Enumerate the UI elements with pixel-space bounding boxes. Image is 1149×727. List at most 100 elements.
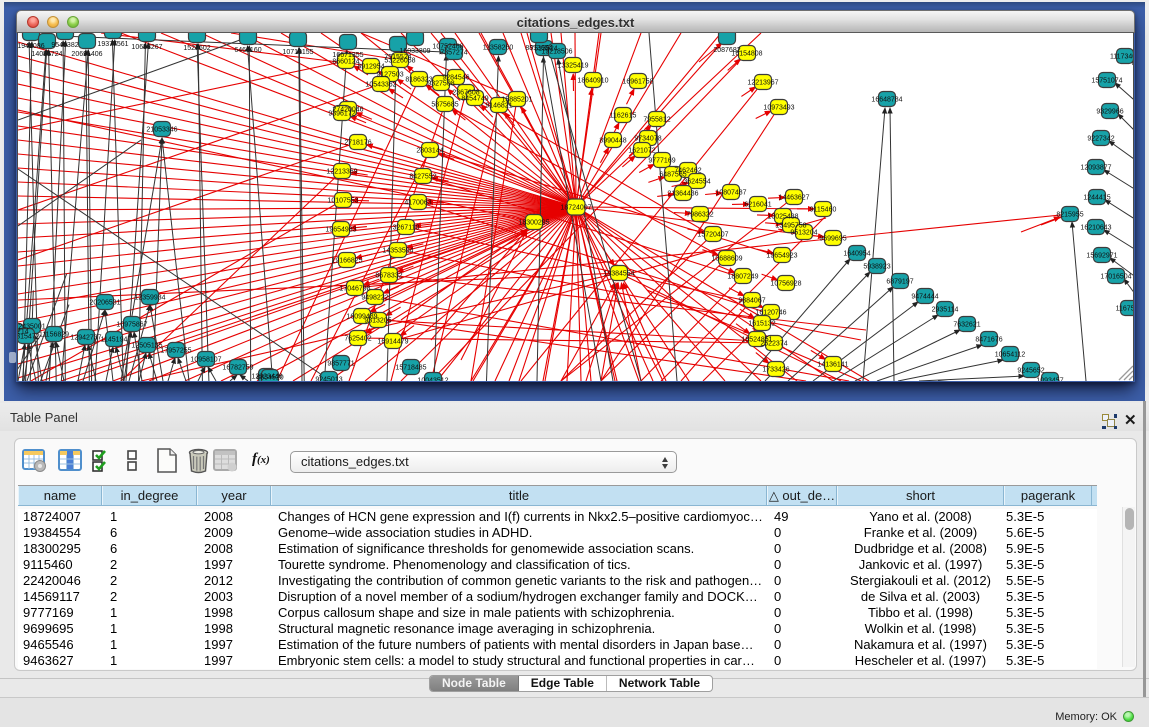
- svg-text:17957255: 17957255: [160, 348, 191, 355]
- svg-text:1733426: 1733426: [762, 367, 789, 374]
- svg-text:16961758: 16961758: [622, 79, 653, 86]
- svg-text:16782759: 16782759: [222, 365, 253, 372]
- svg-text:20206531: 20206531: [89, 300, 120, 307]
- svg-text:8660124: 8660124: [332, 59, 359, 66]
- svg-text:10719155: 10719155: [282, 49, 313, 56]
- svg-text:5875685: 5875685: [431, 102, 458, 109]
- svg-text:19166825: 19166825: [331, 258, 362, 265]
- svg-text:9284546: 9284546: [442, 75, 469, 82]
- svg-text:10107553: 10107553: [327, 198, 358, 205]
- svg-text:2718176: 2718176: [344, 140, 371, 147]
- svg-text:9699695: 9699695: [819, 236, 846, 243]
- svg-text:8215955: 8215955: [1056, 212, 1083, 219]
- svg-text:9498222: 9498222: [361, 295, 388, 302]
- svg-text:10807487: 10807487: [715, 190, 746, 197]
- svg-text:16914479: 16914479: [377, 339, 408, 346]
- svg-text:16648784: 16648784: [871, 97, 902, 104]
- svg-text:3267110: 3267110: [393, 225, 420, 232]
- svg-text:15692971: 15692971: [1086, 253, 1117, 260]
- svg-text:15720407: 15720407: [697, 232, 728, 239]
- svg-text:1162615: 1162615: [610, 113, 637, 120]
- svg-text:9245013: 9245013: [315, 377, 342, 382]
- svg-text:7357274: 7357274: [440, 50, 467, 57]
- svg-text:9329966: 9329966: [1096, 109, 1123, 116]
- svg-text:4170063: 4170063: [404, 200, 431, 207]
- svg-text:12359934: 12359934: [134, 295, 165, 302]
- svg-text:9777169: 9777169: [648, 158, 675, 165]
- svg-text:8912954: 8912954: [357, 64, 384, 71]
- svg-text:15885201: 15885201: [501, 97, 532, 104]
- svg-text:1145194: 1145194: [101, 337, 128, 344]
- svg-text:14463627: 14463627: [778, 195, 809, 202]
- svg-text:16154808: 16154808: [731, 51, 762, 58]
- svg-text:1244415: 1244415: [1083, 195, 1110, 202]
- svg-text:1615132: 1615132: [748, 321, 775, 328]
- svg-text:19377561: 19377561: [97, 41, 128, 48]
- svg-text:6466160: 6466160: [234, 47, 261, 54]
- svg-text:14136141: 14136141: [817, 362, 848, 369]
- svg-text:19384554: 19384554: [603, 271, 634, 278]
- svg-text:9327508: 9327508: [427, 81, 454, 88]
- svg-text:14353594: 14353594: [382, 248, 413, 255]
- svg-text:7632621: 7632621: [953, 322, 980, 329]
- svg-text:11358260: 11358260: [483, 45, 514, 52]
- svg-text:14055724: 14055724: [31, 51, 62, 58]
- svg-text:7625402: 7625402: [344, 336, 371, 343]
- svg-text:19654923: 19654923: [766, 253, 797, 260]
- svg-text:9546382: 9546382: [51, 42, 78, 49]
- svg-text:18724007: 18724007: [560, 205, 591, 212]
- svg-text:7462462: 7462462: [674, 168, 701, 175]
- svg-text:12093877: 12093877: [1080, 165, 1111, 172]
- svg-text:17046798: 17046798: [339, 286, 370, 293]
- svg-text:9734078: 9734078: [634, 136, 661, 143]
- svg-text:8990448: 8990448: [599, 138, 626, 145]
- svg-text:9315472: 9315472: [18, 334, 40, 341]
- svg-text:1640954: 1640954: [843, 251, 870, 258]
- svg-text:10543362: 10543362: [365, 82, 396, 89]
- svg-text:11173406: 11173406: [1110, 54, 1134, 61]
- svg-text:12213967: 12213967: [747, 80, 778, 87]
- svg-text:13325419: 13325419: [557, 63, 588, 70]
- svg-text:6216041: 6216041: [744, 202, 771, 209]
- svg-text:1093457: 1093457: [1036, 378, 1063, 382]
- svg-text:19654983: 19654983: [325, 227, 356, 234]
- svg-text:9396172: 9396172: [328, 111, 355, 118]
- svg-text:53226058: 53226058: [384, 58, 415, 65]
- svg-text:10958107: 10958107: [190, 357, 221, 364]
- svg-text:6879197: 6879197: [886, 279, 913, 286]
- svg-text:15751074: 15751074: [1091, 78, 1122, 85]
- svg-text:9857771: 9857771: [327, 361, 354, 368]
- svg-text:15718485: 15718485: [395, 365, 426, 372]
- svg-text:10025438: 10025438: [767, 214, 798, 221]
- svg-text:18640910: 18640910: [577, 78, 608, 85]
- svg-text:12942737: 12942737: [70, 335, 101, 342]
- svg-text:18807249: 18807249: [727, 274, 758, 281]
- svg-text:5938923: 5938923: [863, 264, 890, 271]
- svg-text:20691406: 20691406: [71, 51, 102, 58]
- svg-text:10973493: 10973493: [763, 105, 794, 112]
- svg-text:12213369: 12213369: [326, 169, 357, 176]
- svg-text:1167534: 1167534: [1116, 306, 1134, 313]
- svg-text:9513204: 9513204: [790, 230, 817, 237]
- svg-text:3624554: 3624554: [683, 179, 710, 186]
- svg-text:8678332: 8678332: [375, 273, 402, 280]
- svg-text:9245652: 9245652: [1017, 368, 1044, 375]
- svg-text:1621072: 1621072: [628, 148, 655, 155]
- svg-text:13495758: 13495758: [775, 223, 806, 230]
- svg-text:9127503: 9127503: [376, 72, 403, 79]
- svg-text:12505135: 12505135: [131, 343, 162, 350]
- svg-text:10654112: 10654112: [995, 352, 1026, 359]
- svg-text:2435001: 2435001: [18, 324, 45, 331]
- svg-text:7986322: 7986322: [686, 212, 713, 219]
- svg-text:21364436: 21364436: [667, 191, 698, 198]
- svg-text:17016504: 17016504: [1100, 274, 1131, 281]
- svg-text:8471676: 8471676: [975, 337, 1002, 344]
- svg-text:9884067: 9884067: [738, 298, 765, 305]
- svg-text:1527602: 1527602: [183, 45, 210, 52]
- svg-text:9313205: 9313205: [364, 318, 391, 325]
- svg-text:9146821: 9146821: [485, 103, 512, 110]
- svg-text:16210643: 16210643: [1080, 225, 1111, 232]
- svg-text:11156829: 11156829: [39, 332, 69, 339]
- svg-text:8454749: 8454749: [461, 96, 488, 103]
- svg-text:10975867: 10975867: [116, 322, 147, 329]
